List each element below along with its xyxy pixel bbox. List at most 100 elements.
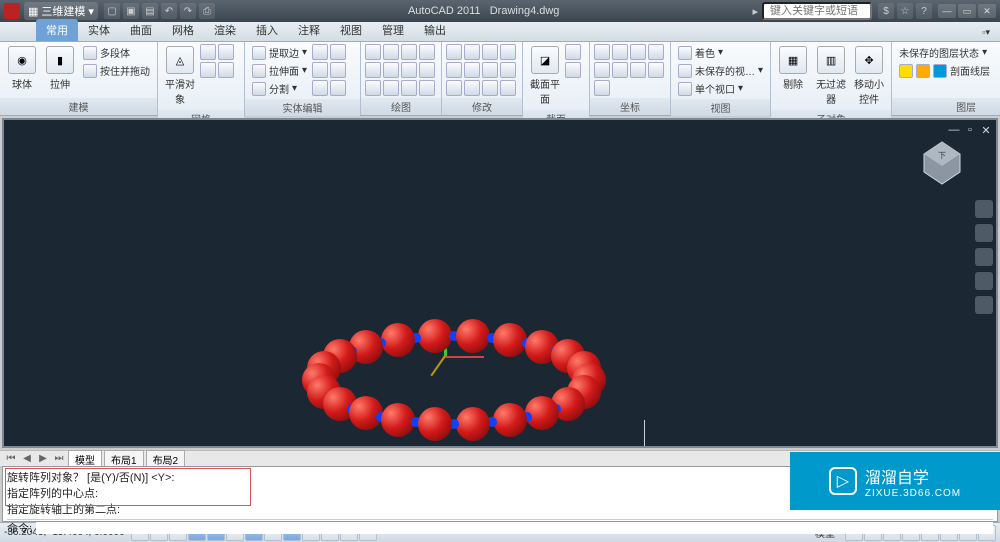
ellipse-icon[interactable] xyxy=(401,62,417,78)
tab-first-icon[interactable]: ⏮ xyxy=(4,453,18,464)
ucs-icon[interactable] xyxy=(630,44,646,60)
mirror-icon[interactable] xyxy=(446,62,462,78)
array-icon[interactable] xyxy=(446,80,462,96)
split-button[interactable]: 分割 ▾ xyxy=(249,80,310,97)
rect-icon[interactable] xyxy=(419,44,435,60)
drawing-canvas[interactable]: — ▫ ✕ 下 指定纵向轴为旋转轴 xyxy=(2,118,998,448)
orbit-icon[interactable] xyxy=(975,272,993,290)
zoom-icon[interactable] xyxy=(975,248,993,266)
tab-last-icon[interactable]: ⏭ xyxy=(52,453,66,464)
polyline-icon[interactable] xyxy=(365,62,381,78)
close-button[interactable]: ✕ xyxy=(978,4,996,18)
mesh-icon[interactable] xyxy=(218,44,234,60)
ucs-icon[interactable] xyxy=(630,62,646,78)
tab-annotate[interactable]: 注释 xyxy=(288,19,330,41)
solidedit-icon[interactable] xyxy=(330,62,346,78)
layer-dropdown[interactable]: 剖面线层 xyxy=(896,62,1000,79)
cull-button[interactable]: ▦剔除 xyxy=(775,44,811,93)
solidedit-icon[interactable] xyxy=(330,80,346,96)
subscription-icon[interactable]: $ xyxy=(878,3,894,19)
panel-title[interactable]: 视图 xyxy=(671,99,770,116)
tab-next-icon[interactable]: ▶ xyxy=(36,453,50,464)
new-icon[interactable]: ▢ xyxy=(104,3,120,19)
mesh-icon[interactable] xyxy=(200,62,216,78)
ucs-icon[interactable] xyxy=(612,44,628,60)
app-logo[interactable] xyxy=(4,3,20,19)
ucs-icon[interactable] xyxy=(648,44,664,60)
nofilter-button[interactable]: ▥无过滤器 xyxy=(813,44,849,108)
tab-insert[interactable]: 插入 xyxy=(246,19,288,41)
layout-tab-2[interactable]: 布局2 xyxy=(146,450,186,468)
ucs-icon[interactable] xyxy=(594,80,610,96)
redo-icon[interactable]: ↷ xyxy=(180,3,196,19)
copy-icon[interactable] xyxy=(464,44,480,60)
smooth-button[interactable]: ◬平滑对象 xyxy=(162,44,198,108)
exchange-icon[interactable]: ☆ xyxy=(897,3,913,19)
shade-dropdown[interactable]: 着色 ▾ xyxy=(675,44,766,61)
tab-surface[interactable]: 曲面 xyxy=(120,19,162,41)
offset-icon[interactable] xyxy=(464,62,480,78)
extrude-button[interactable]: ▮拉伸 xyxy=(42,44,78,93)
tab-prev-icon[interactable]: ◀ xyxy=(20,453,34,464)
saved-view-dropdown[interactable]: 未保存的视… ▾ xyxy=(675,62,766,79)
panel-title[interactable]: 实体编辑 xyxy=(245,99,360,116)
steering-wheel-icon[interactable] xyxy=(975,200,993,218)
command-input[interactable] xyxy=(36,522,993,534)
panel-title[interactable]: 绘图 xyxy=(361,98,441,115)
tab-view[interactable]: 视图 xyxy=(330,19,372,41)
layout-tab-1[interactable]: 布局1 xyxy=(104,450,144,468)
presspull-button[interactable]: 按住并拖动 xyxy=(80,62,153,79)
move-icon[interactable] xyxy=(446,44,462,60)
solidedit-icon[interactable] xyxy=(312,62,328,78)
explode-icon[interactable] xyxy=(482,80,498,96)
polysolid-button[interactable]: 多段体 xyxy=(80,44,153,61)
solidedit-icon[interactable] xyxy=(312,44,328,60)
minimize-button[interactable]: — xyxy=(938,4,956,18)
panel-title[interactable]: 建模 xyxy=(0,98,157,115)
tab-home[interactable]: 常用 xyxy=(36,19,78,41)
help-icon[interactable]: ? xyxy=(916,3,932,19)
layerstate-dropdown[interactable]: 未保存的图层状态 ▾ xyxy=(896,44,1000,61)
maximize-button[interactable]: ▭ xyxy=(958,4,976,18)
tab-output[interactable]: 输出 xyxy=(414,19,456,41)
section-opt-icon[interactable] xyxy=(565,62,581,78)
tab-manage[interactable]: 管理 xyxy=(372,19,414,41)
tab-render[interactable]: 渲染 xyxy=(204,19,246,41)
erase-icon[interactable] xyxy=(464,80,480,96)
pan-icon[interactable] xyxy=(975,224,993,242)
fillet-icon[interactable] xyxy=(500,62,516,78)
ucs-icon[interactable] xyxy=(648,62,664,78)
solidedit-icon[interactable] xyxy=(330,44,346,60)
tab-solid[interactable]: 实体 xyxy=(78,19,120,41)
solidedit-icon[interactable] xyxy=(312,80,328,96)
gizmo-button[interactable]: ✥移动小控件 xyxy=(851,44,887,108)
undo-icon[interactable]: ↶ xyxy=(161,3,177,19)
open-icon[interactable]: ▣ xyxy=(123,3,139,19)
helix-icon[interactable] xyxy=(365,80,381,96)
donut-icon[interactable] xyxy=(419,80,435,96)
print-icon[interactable]: ⎙ xyxy=(199,3,215,19)
tab-mesh[interactable]: 网格 xyxy=(162,19,204,41)
save-icon[interactable]: ▤ xyxy=(142,3,158,19)
showmotion-icon[interactable] xyxy=(975,296,993,314)
mesh-icon[interactable] xyxy=(200,44,216,60)
arc-icon[interactable] xyxy=(401,44,417,60)
rotate-icon[interactable] xyxy=(482,44,498,60)
scale-icon[interactable] xyxy=(500,44,516,60)
point-icon[interactable] xyxy=(419,62,435,78)
help-search-input[interactable] xyxy=(762,2,872,20)
extrude-face-button[interactable]: 拉伸面 ▾ xyxy=(249,62,310,79)
extract-edge-button[interactable]: 提取边 ▾ xyxy=(249,44,310,61)
viewport-dropdown[interactable]: 单个视口 ▾ xyxy=(675,80,766,97)
mesh-icon[interactable] xyxy=(218,62,234,78)
trim-icon[interactable] xyxy=(482,62,498,78)
spline-icon[interactable] xyxy=(383,62,399,78)
region-icon[interactable] xyxy=(383,80,399,96)
layout-tab-model[interactable]: 模型 xyxy=(68,450,102,468)
line-icon[interactable] xyxy=(365,44,381,60)
ribbon-minimize-icon[interactable]: ▫▾ xyxy=(972,24,1000,41)
circle-icon[interactable] xyxy=(383,44,399,60)
section-plane-button[interactable]: ◪截面平面 xyxy=(527,44,563,108)
doc-close-icon[interactable]: ✕ xyxy=(980,124,992,137)
ucs-icon[interactable] xyxy=(594,44,610,60)
